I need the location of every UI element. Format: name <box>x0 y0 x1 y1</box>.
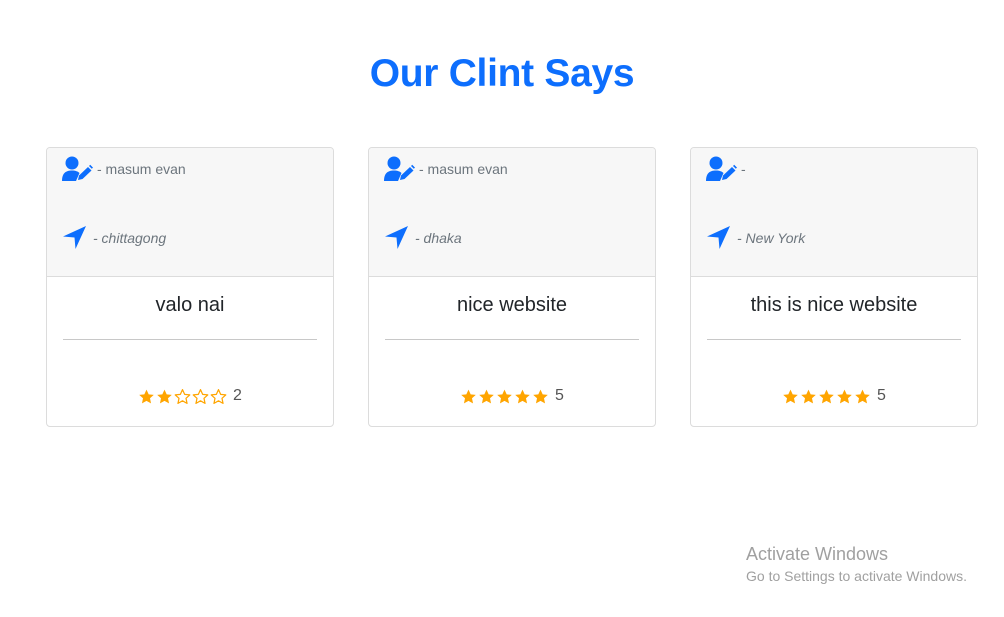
rating-value: 2 <box>233 387 242 404</box>
star-outline-icon <box>210 388 227 405</box>
rating: 5 <box>369 387 655 405</box>
review-comment: this is nice website <box>750 294 918 316</box>
section-title: Our Clint Says <box>369 52 635 96</box>
divider <box>63 339 317 340</box>
review-card: - masum evan - dhaka nice website 5 <box>368 147 656 427</box>
reviewer-location-row: - dhaka <box>384 225 462 250</box>
location-arrow-icon <box>62 225 87 250</box>
review-card-header: - masum evan - chittagong <box>47 148 333 277</box>
star-filled-icon <box>782 388 799 405</box>
reviewer-name: - masum evan <box>419 161 508 177</box>
star-filled-icon <box>496 388 513 405</box>
divider <box>385 339 639 340</box>
reviewer-name-row: - <box>706 156 746 182</box>
star-filled-icon <box>138 388 155 405</box>
star-filled-icon <box>532 388 549 405</box>
star-filled-icon <box>156 388 173 405</box>
star-filled-icon <box>800 388 817 405</box>
location-arrow-icon <box>706 225 731 250</box>
user-edit-icon <box>384 156 415 182</box>
star-filled-icon <box>854 388 871 405</box>
reviewer-location: - dhaka <box>415 229 462 246</box>
watermark-title: Activate Windows <box>746 544 889 564</box>
reviewer-name-row: - masum evan <box>62 156 186 182</box>
star-rating <box>138 388 228 405</box>
star-outline-icon <box>192 388 209 405</box>
location-arrow-icon <box>384 225 409 250</box>
review-card-header: - masum evan - dhaka <box>369 148 655 277</box>
reviewer-name: - masum evan <box>97 161 186 177</box>
review-card-header: - - New York <box>691 148 977 277</box>
star-filled-icon <box>514 388 531 405</box>
rating-value: 5 <box>555 387 564 404</box>
star-outline-icon <box>174 388 191 405</box>
user-edit-icon <box>62 156 93 182</box>
star-filled-icon <box>836 388 853 405</box>
review-card: - - New York this is nice website 5 <box>690 147 978 427</box>
user-edit-icon <box>706 156 737 182</box>
review-comment: nice website <box>456 294 568 316</box>
reviewer-location-row: - chittagong <box>62 225 166 250</box>
divider <box>707 339 961 340</box>
rating-value: 5 <box>877 387 886 404</box>
star-filled-icon <box>460 388 477 405</box>
star-filled-icon <box>478 388 495 405</box>
activate-windows-watermark: Activate Windows Go to Settings to activ… <box>746 544 967 584</box>
reviewer-location-row: - New York <box>706 225 805 250</box>
rating: 5 <box>691 387 977 405</box>
reviewer-location: - chittagong <box>93 229 167 246</box>
rating: 2 <box>47 387 333 405</box>
star-rating <box>460 388 550 405</box>
watermark-subtitle: Go to Settings to activate Windows. <box>746 568 967 584</box>
page: Our Clint Says - masum evan - chittagong… <box>0 0 1004 617</box>
review-card: - masum evan - chittagong valo nai 2 <box>46 147 334 427</box>
reviewer-name: - <box>741 161 746 177</box>
reviewer-location: - New York <box>737 229 806 246</box>
review-comment: valo nai <box>155 294 225 316</box>
star-rating <box>782 388 872 405</box>
star-filled-icon <box>818 388 835 405</box>
reviewer-name-row: - masum evan <box>384 156 508 182</box>
